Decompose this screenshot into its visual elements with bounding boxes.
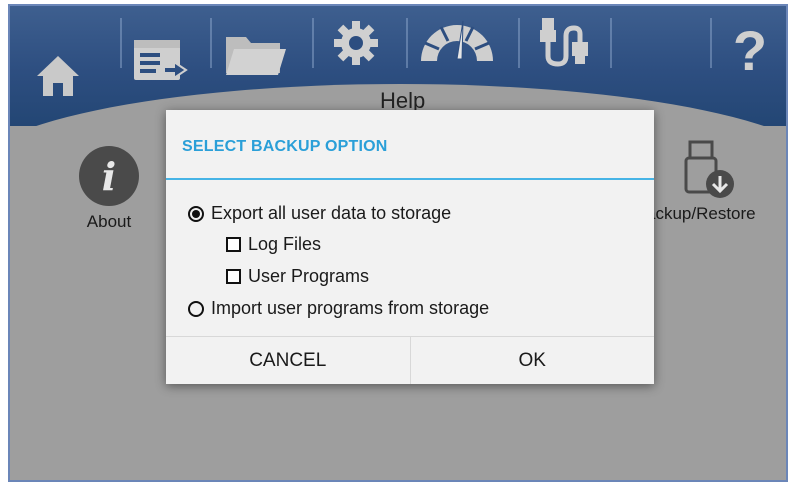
usb-download-icon (684, 140, 734, 198)
help-button[interactable]: ? (728, 18, 772, 82)
home-button[interactable] (32, 50, 84, 102)
toolbar-separator (120, 18, 122, 68)
toolbar-separator (210, 18, 212, 68)
user-programs-option[interactable]: User Programs (226, 266, 369, 287)
backup-option-dialog: SELECT BACKUP OPTION Export all user dat… (166, 110, 654, 384)
import-programs-label: Import user programs from storage (211, 298, 490, 318)
checkbox-icon[interactable] (226, 237, 241, 252)
import-programs-option[interactable]: Import user programs from storage (188, 298, 489, 319)
backup-restore-label: ackup/Restore (646, 204, 756, 223)
toolbar-separator (312, 18, 314, 68)
radio-selected-icon[interactable] (188, 205, 204, 222)
program-list-icon (134, 40, 188, 80)
program-list-button[interactable] (128, 34, 194, 92)
checkbox-icon[interactable] (226, 269, 241, 284)
info-glyph: i (101, 153, 117, 199)
toolbar-separator (610, 18, 612, 68)
about-label: About (86, 212, 132, 231)
gauge-icon (421, 20, 493, 61)
toolbar-separator (518, 18, 520, 68)
toolbar-separator (406, 18, 408, 68)
about-item[interactable]: i About (74, 146, 144, 232)
settings-button[interactable] (328, 16, 384, 70)
radio-unselected-icon[interactable] (188, 300, 204, 317)
log-files-option[interactable]: Log Files (226, 234, 321, 255)
help-icon: ? (732, 18, 768, 82)
dialog-title: SELECT BACKUP OPTION (182, 138, 388, 155)
dialog-button-row: CANCEL OK (166, 336, 654, 384)
export-all-option[interactable]: Export all user data to storage (188, 203, 451, 224)
ok-button[interactable]: OK (409, 337, 655, 384)
user-programs-label: User Programs (248, 266, 370, 286)
folder-button[interactable] (220, 28, 290, 80)
usb-cable-icon (540, 18, 588, 67)
backup-restore-item[interactable]: ackup/Restore (646, 140, 786, 224)
dialog-title-divider (166, 178, 654, 180)
toolbar-separator (710, 18, 712, 68)
folder-icon (226, 37, 286, 75)
performance-button[interactable] (414, 14, 500, 64)
usb-connection-button[interactable] (530, 14, 594, 68)
export-all-label: Export all user data to storage (211, 203, 452, 223)
cancel-button[interactable]: CANCEL (166, 337, 410, 384)
gear-icon (334, 21, 378, 65)
log-files-label: Log Files (248, 234, 322, 254)
app-window: ? Help i About ackup/Restore SELECT BACK… (8, 4, 788, 482)
home-icon (37, 56, 79, 96)
info-icon: i (79, 146, 139, 206)
